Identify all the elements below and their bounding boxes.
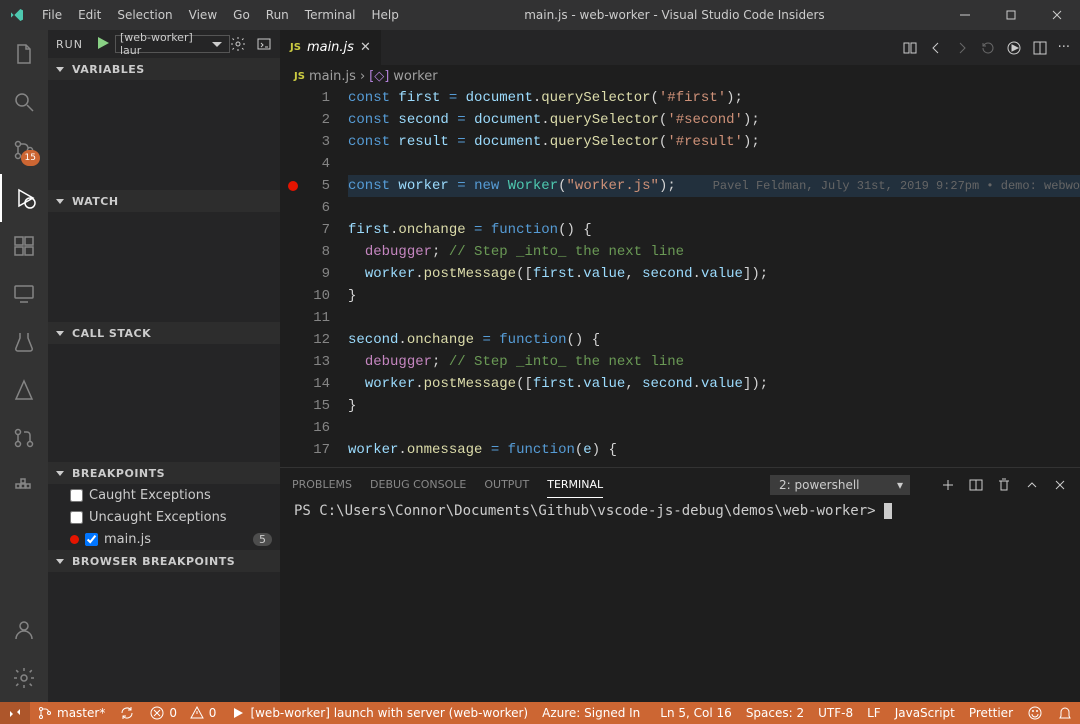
search-icon[interactable] <box>0 78 48 126</box>
maximize-button[interactable] <box>988 0 1034 30</box>
azure-status[interactable]: Azure: Signed In <box>535 702 647 724</box>
settings-gear-icon[interactable] <box>0 654 48 702</box>
toggle-review-icon[interactable] <box>902 40 918 56</box>
gear-icon[interactable] <box>230 36 246 52</box>
run-debug-icon[interactable] <box>0 174 48 222</box>
panel-tab-debug-console[interactable]: DEBUG CONSOLE <box>370 472 466 497</box>
extensions-icon[interactable] <box>0 222 48 270</box>
problems-count[interactable]: 0 0 <box>142 702 223 724</box>
debug-target[interactable]: [web-worker] launch with server (web-wor… <box>223 702 535 724</box>
more-actions-icon[interactable]: ··· <box>1058 40 1070 55</box>
feedback-icon[interactable] <box>1020 702 1050 724</box>
code-lens: Pavel Feldman, July 31st, 2019 9:27pm • … <box>713 175 1080 197</box>
eol[interactable]: LF <box>860 702 888 724</box>
git-sync[interactable] <box>112 702 142 724</box>
js-file-icon: JS <box>294 71 305 82</box>
bp-caught-exceptions[interactable]: Caught Exceptions <box>48 484 280 506</box>
variable-icon: [◇] <box>369 69 389 84</box>
panel-tab-problems[interactable]: PROBLEMS <box>292 472 352 497</box>
split-terminal-icon[interactable] <box>968 477 984 493</box>
menu-bar: FileEditSelectionViewGoRunTerminalHelp <box>34 0 407 30</box>
menu-file[interactable]: File <box>34 0 70 30</box>
terminal-cursor <box>884 503 892 519</box>
debug-sidebar: RUN [web-worker] laur VARIABLES WATCH CA… <box>48 30 280 702</box>
menu-run[interactable]: Run <box>258 0 297 30</box>
menu-selection[interactable]: Selection <box>109 0 180 30</box>
menu-view[interactable]: View <box>181 0 225 30</box>
start-debug-button[interactable] <box>95 35 111 54</box>
source-control-icon[interactable]: 15 <box>0 126 48 174</box>
status-bar: master* 0 0 [web-worker] launch with ser… <box>0 702 1080 724</box>
breakpoints-section[interactable]: BREAKPOINTS <box>48 462 280 484</box>
encoding[interactable]: UTF-8 <box>811 702 860 724</box>
terminal-selector[interactable]: 2: powershell <box>770 475 910 495</box>
accounts-icon[interactable] <box>0 606 48 654</box>
breakpoint-icon[interactable] <box>288 181 298 191</box>
window-title: main.js - web-worker - Visual Studio Cod… <box>407 8 942 22</box>
title-bar: FileEditSelectionViewGoRunTerminalHelp m… <box>0 0 1080 30</box>
next-change-icon[interactable] <box>954 40 970 56</box>
language-mode[interactable]: JavaScript <box>888 702 962 724</box>
remote-indicator[interactable] <box>0 702 30 724</box>
cursor-position[interactable]: Ln 5, Col 16 <box>653 702 739 724</box>
panel-tab-terminal[interactable]: TERMINAL <box>547 472 603 498</box>
revert-icon[interactable] <box>980 40 996 56</box>
split-editor-icon[interactable] <box>1032 40 1048 56</box>
launch-config-select[interactable]: [web-worker] laur <box>115 35 230 53</box>
bp-uncaught-exceptions[interactable]: Uncaught Exceptions <box>48 506 280 528</box>
code-editor[interactable]: 1234567891011121314151617 const first = … <box>280 87 1080 467</box>
bottom-panel: PROBLEMS DEBUG CONSOLE OUTPUT TERMINAL 2… <box>280 467 1080 702</box>
breadcrumb[interactable]: JS main.js › [◇] worker <box>280 65 1080 87</box>
menu-edit[interactable]: Edit <box>70 0 109 30</box>
watch-section[interactable]: WATCH <box>48 190 280 212</box>
close-tab-icon[interactable]: ✕ <box>360 40 371 55</box>
kill-terminal-icon[interactable] <box>996 477 1012 493</box>
new-terminal-icon[interactable] <box>940 477 956 493</box>
explorer-icon[interactable] <box>0 30 48 78</box>
notifications-icon[interactable] <box>1050 702 1080 724</box>
menu-terminal[interactable]: Terminal <box>297 0 364 30</box>
browser-breakpoints-section[interactable]: BROWSER BREAKPOINTS <box>48 550 280 572</box>
variables-section[interactable]: VARIABLES <box>48 58 280 80</box>
git-branch[interactable]: master* <box>30 702 112 724</box>
azure-icon[interactable] <box>0 366 48 414</box>
prev-change-icon[interactable] <box>928 40 944 56</box>
run-icon[interactable] <box>1006 40 1022 56</box>
callstack-section[interactable]: CALL STACK <box>48 322 280 344</box>
testing-icon[interactable] <box>0 318 48 366</box>
prettier-status[interactable]: Prettier <box>962 702 1020 724</box>
close-button[interactable] <box>1034 0 1080 30</box>
breakpoint-dot-icon <box>70 535 79 544</box>
minimize-button[interactable] <box>942 0 988 30</box>
vscode-logo <box>0 7 34 23</box>
indentation[interactable]: Spaces: 2 <box>739 702 811 724</box>
menu-go[interactable]: Go <box>225 0 258 30</box>
close-panel-icon[interactable] <box>1052 477 1068 493</box>
panel-tab-output[interactable]: OUTPUT <box>484 472 529 497</box>
editor-tabs: JS main.js ✕ ··· <box>280 30 1080 65</box>
activity-bar: 15 <box>0 30 48 702</box>
maximize-panel-icon[interactable] <box>1024 477 1040 493</box>
remote-explorer-icon[interactable] <box>0 270 48 318</box>
debug-console-icon[interactable] <box>256 36 272 52</box>
docker-icon[interactable] <box>0 462 48 510</box>
menu-help[interactable]: Help <box>364 0 407 30</box>
terminal[interactable]: PS C:\Users\Connor\Documents\Github\vsco… <box>280 501 1080 702</box>
js-file-icon: JS <box>290 42 301 53</box>
tab-main-js[interactable]: JS main.js ✕ <box>280 30 382 65</box>
run-label: RUN <box>56 38 83 51</box>
github-pr-icon[interactable] <box>0 414 48 462</box>
bp-file-item[interactable]: main.js5 <box>48 528 280 550</box>
